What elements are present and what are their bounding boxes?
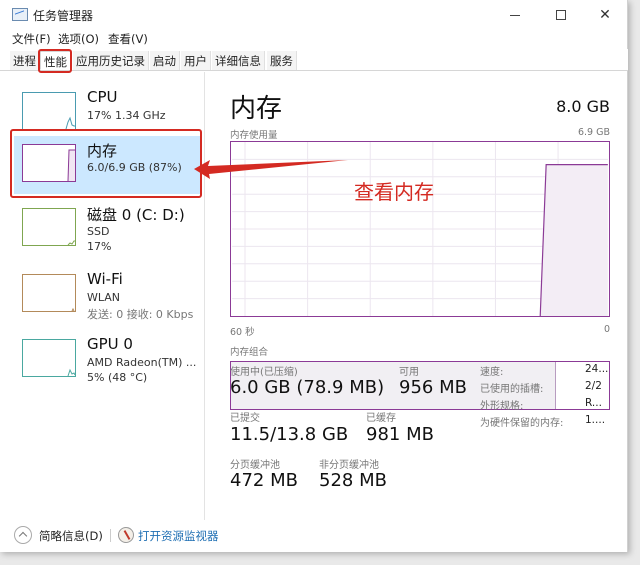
open-resource-monitor-link[interactable]: 打开资源监视器 [138, 528, 219, 544]
task-manager-icon [12, 8, 28, 21]
close-button[interactable]: ✕ [582, 0, 628, 30]
tab-bar: 进程 性能 应用历史记录 启动 用户 详细信息 服务 [0, 49, 628, 71]
tab-users[interactable]: 用户 [181, 51, 211, 70]
resource-sidebar: CPU 17% 1.34 GHz 内存 6.0/6.9 GB (87%) 磁盘 … [0, 72, 205, 520]
sidebar-item-name: CPU [87, 88, 118, 106]
composition-label: 内存组合 [230, 347, 269, 358]
usage-graph-label: 内存使用量 [230, 130, 278, 141]
sidebar-item-detail: AMD Radeon(TM) ... [87, 356, 197, 369]
stat-in-use-label: 使用中(已压缩) [230, 367, 298, 378]
resource-monitor-icon [118, 527, 134, 543]
detail-slots-value: 2/2 [585, 380, 602, 392]
stat-paged-pool-label: 分页缓冲池 [230, 460, 280, 471]
stat-cached-label: 已缓存 [366, 413, 396, 424]
sidebar-item-detail: SSD [87, 225, 110, 238]
sidebar-item-disk[interactable]: 磁盘 0 (C: D:) SSD 17% [14, 200, 200, 260]
sidebar-item-detail: 17% 1.34 GHz [87, 109, 166, 122]
sidebar-item-name: 磁盘 0 (C: D:) [87, 206, 185, 224]
detail-speed-label: 速度: [480, 367, 504, 378]
sidebar-item-name: Wi-Fi [87, 270, 123, 288]
footer-divider [110, 529, 111, 542]
gpu-thumbnail-graph [22, 339, 76, 377]
minimize-icon [510, 14, 520, 16]
annotation-text: 查看内存 [354, 180, 434, 204]
detail-form-factor-value: R... [585, 397, 602, 409]
cpu-thumbnail-graph [22, 92, 76, 130]
stat-nonpaged-pool-value: 528 MB [319, 470, 387, 491]
sidebar-item-cpu[interactable]: CPU 17% 1.34 GHz [14, 84, 200, 144]
sidebar-item-detail: WLAN [87, 291, 121, 304]
menu-bar: 文件(F) 选项(O) 查看(V) [0, 30, 628, 48]
tab-services[interactable]: 服务 [267, 51, 297, 70]
tab-startup[interactable]: 启动 [150, 51, 180, 70]
sidebar-item-detail: 6.0/6.9 GB (87%) [87, 161, 182, 174]
stat-available-value: 956 MB [399, 377, 467, 398]
detail-reserved-label: 为硬件保留的内存: [480, 418, 564, 429]
stat-committed-label: 已提交 [230, 413, 260, 424]
memory-panel: 内存 8.0 GB 内存使用量 6.9 GB 60 秒 0 内存组合 使用中(已… [206, 72, 626, 520]
panel-title: 内存 [230, 94, 283, 124]
sidebar-item-name: 内存 [87, 142, 118, 160]
usage-graph-max: 6.9 GB [577, 127, 610, 138]
detail-speed-value: 24... [585, 363, 609, 375]
sidebar-item-wifi[interactable]: Wi-Fi WLAN 发送: 0 接收: 0 Kbps [14, 266, 200, 326]
stat-cached-value: 981 MB [366, 424, 434, 445]
minimize-button[interactable] [492, 0, 538, 30]
task-manager-window: 任务管理器 ✕ 文件(F) 选项(O) 查看(V) 进程 性能 应用历史记录 启… [0, 0, 628, 552]
memory-usage-graph [230, 141, 610, 317]
menu-file[interactable]: 文件(F) [12, 31, 51, 47]
title-bar: 任务管理器 ✕ [0, 0, 628, 30]
close-icon: ✕ [599, 7, 611, 23]
sidebar-item-name: GPU 0 [87, 335, 133, 353]
sidebar-item-throughput: 发送: 0 接收: 0 Kbps [87, 308, 194, 321]
fewer-details-button[interactable]: 简略信息(D) [39, 528, 103, 544]
sidebar-item-usage: 5% (48 °C) [87, 371, 148, 384]
sidebar-item-memory[interactable]: 内存 6.0/6.9 GB (87%) [14, 136, 200, 194]
detail-reserved-value: 1.... [585, 414, 606, 426]
detail-form-factor-label: 外形规格: [480, 401, 524, 412]
memory-thumbnail-graph [22, 144, 76, 182]
usage-area [540, 164, 608, 316]
tab-processes[interactable]: 进程 [10, 51, 40, 70]
disk-thumbnail-graph [22, 208, 76, 246]
sidebar-item-usage: 17% [87, 240, 112, 253]
total-memory: 8.0 GB [556, 97, 610, 116]
tab-app-history[interactable]: 应用历史记录 [73, 51, 149, 70]
stat-paged-pool-value: 472 MB [230, 470, 298, 491]
stat-available-label: 可用 [399, 367, 419, 378]
stat-in-use-value: 6.0 GB (78.9 MB) [230, 377, 385, 398]
stat-committed-value: 11.5/13.8 GB [230, 424, 349, 445]
menu-options[interactable]: 选项(O) [58, 31, 99, 47]
window-title: 任务管理器 [33, 9, 94, 23]
detail-slots-label: 已使用的插槽: [480, 384, 544, 395]
maximize-button[interactable] [538, 0, 584, 30]
graph-axis-start: 60 秒 [230, 327, 255, 338]
menu-view[interactable]: 查看(V) [108, 31, 148, 47]
tab-performance[interactable]: 性能 [40, 51, 71, 70]
tab-details[interactable]: 详细信息 [212, 51, 265, 70]
chevron-up-icon[interactable] [14, 526, 32, 544]
stat-nonpaged-pool-label: 非分页缓冲池 [319, 460, 379, 471]
wifi-thumbnail-graph [22, 274, 76, 312]
sidebar-item-gpu[interactable]: GPU 0 AMD Radeon(TM) ... 5% (48 °C) [14, 331, 200, 391]
footer: 简略信息(D) 打开资源监视器 [0, 520, 628, 552]
maximize-icon [556, 10, 566, 20]
graph-axis-end: 0 [603, 324, 610, 335]
